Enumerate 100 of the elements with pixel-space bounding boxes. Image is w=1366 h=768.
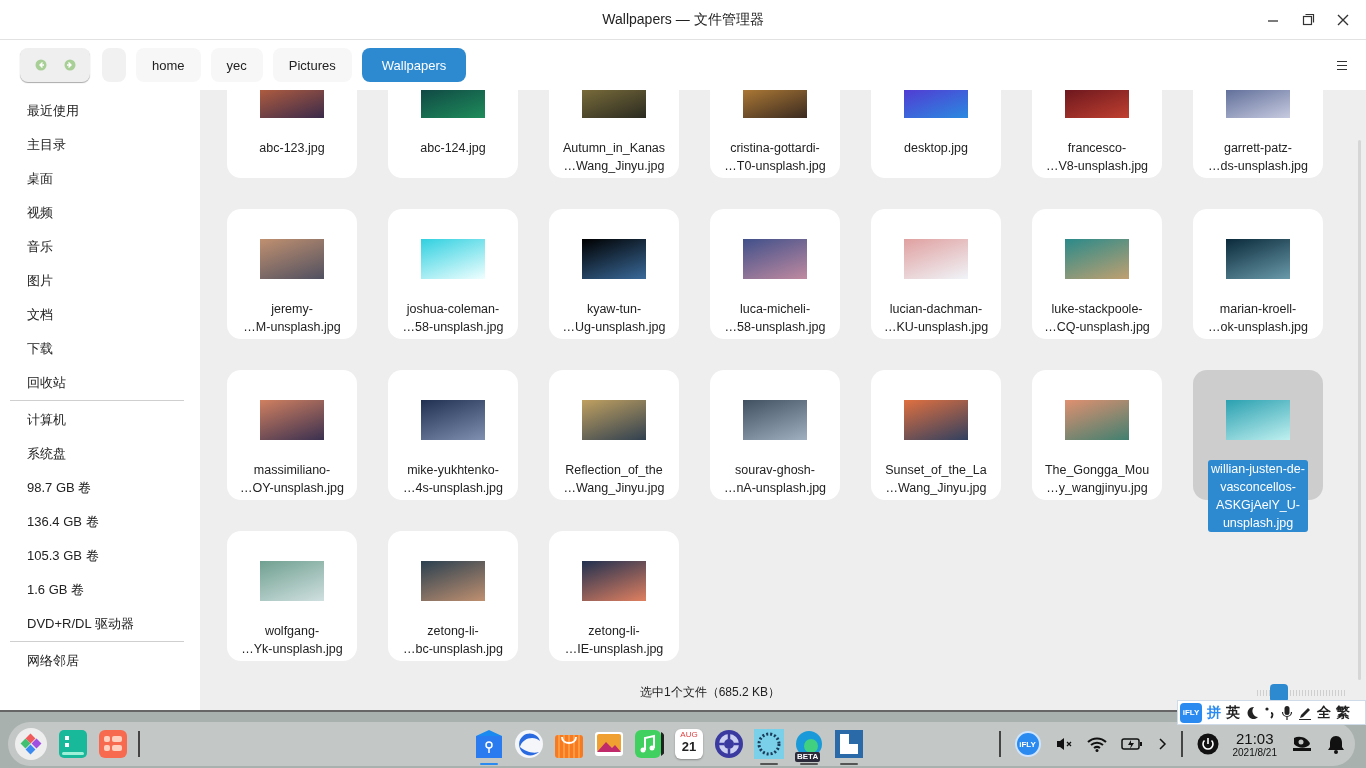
photo-placeholder [421,90,485,118]
photo-placeholder [1226,90,1290,118]
file-name: luca-micheli- …58-unsplash.jpg [724,301,826,336]
wifi-icon[interactable] [1086,736,1107,752]
file-name: massimiliano- …OY-unsplash.jpg [240,462,344,497]
file-name: desktop.jpg [904,140,968,157]
file-name: kyaw-tun- …Ug-unsplash.jpg [562,301,666,336]
photo-placeholder [582,400,646,440]
sidebar-item[interactable]: 桌面 [10,162,53,196]
file-name: cristina-gottardi- …T0-unsplash.jpg [724,140,826,175]
sidebar-item[interactable]: 下载 [10,332,53,366]
photo-placeholder [582,239,646,279]
file-name: zetong-li- …bc-unsplash.jpg [402,623,504,658]
calendar-app[interactable]: AUG 21 [675,729,703,759]
photo-placeholder [421,561,485,601]
photo-placeholder [421,239,485,279]
input-method-button[interactable]: iFLY [1014,731,1041,757]
document-icon[interactable] [834,729,864,759]
file-name: lucian-dachman- …KU-unsplash.jpg [883,301,989,336]
pen-icon[interactable] [1298,705,1312,720]
breadcrumb[interactable]: Pictures [272,48,352,82]
sidebar-item[interactable]: 计算机 [10,403,66,437]
breadcrumb[interactable]: Wallpapers [361,48,467,82]
photo-placeholder [260,400,324,440]
chevron-right-icon[interactable] [1156,737,1167,751]
ime-mode-button[interactable]: 全 [1317,703,1331,722]
calendar-day: 21 [681,739,697,754]
photo-placeholder [1065,400,1129,440]
slider-thumb[interactable] [1269,683,1288,701]
sidebar-item[interactable]: 图片 [10,264,53,298]
volume-muted-icon[interactable] [1054,736,1073,752]
photo-placeholder [743,239,807,279]
music-note-icon[interactable] [634,729,664,759]
photo-placeholder [1065,90,1129,118]
file-name: mike-yukhtenko- …4s-unsplash.jpg [402,462,504,497]
file-name: Reflection_of_the …Wang_Jinyu.jpg [563,462,665,497]
bell-icon[interactable] [1327,734,1345,754]
close-icon[interactable] [1336,13,1350,27]
sidebar-item[interactable]: 最近使用 [10,94,79,128]
power-icon[interactable] [1196,733,1219,755]
sidebar-item[interactable]: 网络邻居 [10,644,79,678]
photo-placeholder [1226,400,1290,440]
sidebar-item[interactable]: 105.3 GB 卷 [10,539,99,573]
photo-placeholder [904,239,968,279]
breadcrumb[interactable]: home [136,48,201,82]
file-name: Autumn_in_Kanas …Wang_Jinyu.jpg [562,140,666,175]
maximize-icon[interactable] [1301,13,1315,27]
browser-icon[interactable] [514,729,544,759]
window-title: Wallpapers — 文件管理器 [602,10,764,29]
file-name: luke-stackpoole- …CQ-unsplash.jpg [1044,301,1150,336]
clock-date: 2021/8/21 [1232,746,1277,759]
sidebar-item[interactable]: DVD+R/DL 驱动器 [10,607,134,641]
photo-placeholder [1226,239,1290,279]
sidebar-item[interactable]: 主目录 [10,128,66,162]
photo-placeholder [260,239,324,279]
breadcrumb[interactable]: yec [210,48,263,82]
battery-charging-icon[interactable] [1120,736,1143,752]
settings-icon[interactable] [714,729,744,759]
launcher-icon[interactable] [14,727,48,761]
photo-placeholder [743,400,807,440]
photo-icon[interactable] [594,729,624,759]
punctuation-icon[interactable] [1264,705,1276,720]
ime-mode-button[interactable]: 繁 [1336,703,1350,722]
file-name: abc-124.jpg [420,140,486,157]
browser-beta-app[interactable]: BETA [794,729,824,759]
sidebar-item[interactable]: 文档 [10,298,53,332]
photo-placeholder [260,561,324,601]
sidebar-item[interactable]: 系统盘 [10,437,66,471]
photo-placeholder [260,90,324,118]
file-name: abc-123.jpg [259,140,325,157]
photo-placeholder [582,90,646,118]
sidebar-item[interactable]: 音乐 [10,230,53,264]
file-name: joshua-coleman- …58-unsplash.jpg [402,301,504,336]
ime-logo[interactable]: iFLY [1180,702,1202,723]
ime-mode-button[interactable]: 拼 [1207,703,1221,722]
sidebar-item[interactable]: 回收站 [10,366,66,400]
file-name: willian-justen-de- vasconcellos- ASKGjAelY_U- unsplash.jpg [1208,460,1308,532]
sidebar-item[interactable]: 视频 [10,196,53,230]
sidebar-item[interactable]: 136.4 GB 卷 [10,505,99,539]
calendar-month: AUG [680,730,698,739]
file-name: sourav-ghosh- …nA-unsplash.jpg [723,462,827,497]
file-name: Sunset_of_the_La …Wang_Jinyu.jpg [885,462,987,497]
moon-icon[interactable] [1245,705,1259,720]
sidebar-item[interactable]: 1.6 GB 卷 [10,573,85,607]
beta-label: BETA [795,752,821,762]
file-name: zetong-li- …IE-unsplash.jpg [564,623,664,658]
photo-placeholder [904,400,968,440]
folder-icon[interactable] [475,729,503,759]
microphone-icon[interactable] [1281,704,1293,721]
ime-mode-button[interactable]: 英 [1226,703,1240,722]
file-name: The_Gongga_Mou …y_wangjinyu.jpg [1044,462,1150,497]
clock-time: 21:03 [1235,729,1274,747]
photo-placeholder [743,90,807,118]
photo-placeholder [582,561,646,601]
photo-placeholder [421,400,485,440]
file-name: garrett-patz- …ds-unsplash.jpg [1207,140,1309,175]
sidebar-item[interactable]: 98.7 GB 卷 [10,471,92,505]
file-name: wolfgang- …Yk-unsplash.jpg [241,623,343,658]
photo-placeholder [1065,239,1129,279]
menu-icon[interactable] [1336,59,1348,71]
